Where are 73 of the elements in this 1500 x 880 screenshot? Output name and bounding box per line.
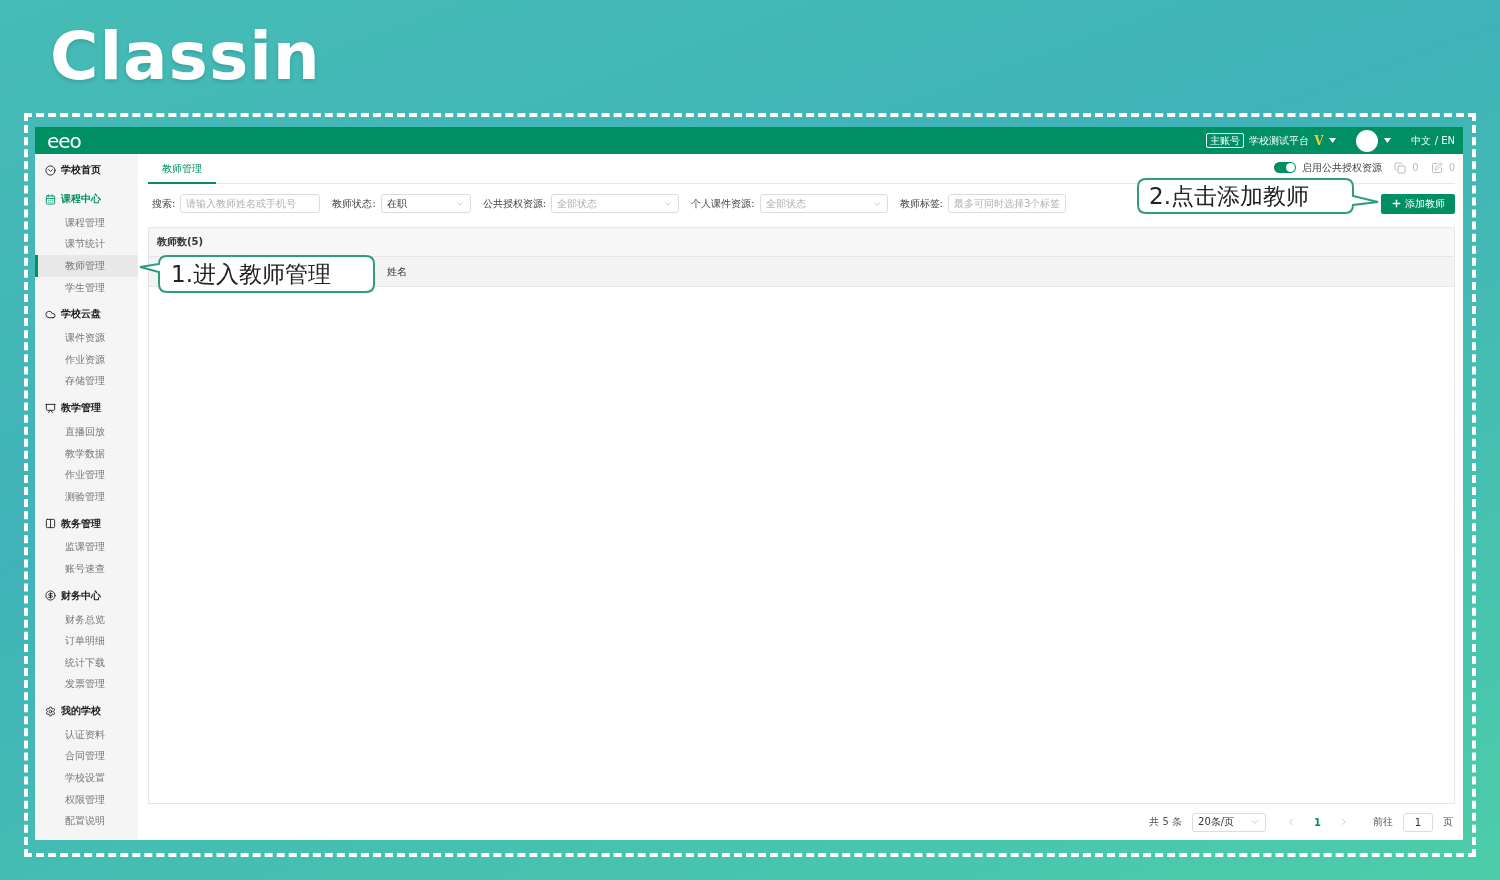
settings-icon (45, 705, 56, 717)
callout: 2.点击添加教师 (1137, 178, 1379, 214)
sidebar-group[interactable]: 教务管理 (35, 510, 138, 537)
language-link[interactable]: 中文 / EN (1411, 133, 1455, 148)
input-field[interactable]: 最多可同时选择3个标签 (947, 194, 1066, 213)
tab[interactable]: 教师管理 (148, 162, 216, 184)
page-number[interactable]: 1 (1306, 816, 1329, 828)
select-field[interactable]: 全部状态 (551, 194, 680, 213)
sidebar-group[interactable]: 我的学校 (35, 698, 138, 725)
add-teacher-button[interactable]: 添加教师 (1381, 193, 1455, 214)
avatar[interactable] (1356, 129, 1379, 152)
filter-label: 教师标签: (899, 196, 943, 211)
filter-label: 教师状态: (332, 196, 376, 211)
sidebar-item[interactable]: 学生管理 (35, 276, 138, 299)
school-name[interactable]: 学校测试平台 (1249, 133, 1310, 148)
page-suffix: 页 (1443, 815, 1453, 829)
sidebar-item[interactable]: 存储管理 (35, 370, 138, 393)
caret-icon[interactable] (1384, 138, 1392, 143)
sidebar-item[interactable]: 作业管理 (35, 464, 138, 486)
sidebar-item[interactable]: 账号速查 (35, 558, 138, 580)
callout: 1.进入教师管理 (139, 255, 375, 293)
goto-label: 前往 (1373, 815, 1393, 829)
sidebar-item[interactable]: 学校设置 (35, 767, 138, 789)
chevron-circle-icon (45, 164, 56, 176)
sidebar-group[interactable]: 学校云盘 (35, 301, 138, 328)
sidebar-group[interactable]: 学校首页 (35, 157, 138, 183)
plus-icon (1391, 198, 1402, 209)
filter-label: 个人课件资源: (691, 196, 755, 211)
total-count: 共 5 条 (1149, 815, 1183, 829)
page-input[interactable]: 1 (1403, 812, 1433, 832)
sidebar-item[interactable]: 教师管理 (35, 255, 138, 277)
teacher-count: 教师数(5) (149, 228, 1454, 257)
presentation-icon (45, 402, 56, 414)
input-field[interactable]: 请输入教师姓名或手机号 (180, 194, 321, 213)
select-field[interactable]: 全部状态 (759, 194, 888, 213)
cloud-icon (45, 308, 56, 320)
sidebar-item[interactable]: 教学数据 (35, 442, 138, 465)
currency-circle-icon (45, 590, 56, 602)
sidebar-item[interactable]: 订单明细 (35, 630, 138, 652)
sidebar-item[interactable]: 合同管理 (35, 745, 138, 768)
chevron-down-icon (1250, 817, 1261, 827)
sidebar-group[interactable]: 课程中心 (35, 186, 138, 212)
sidebar-item[interactable]: 权限管理 (35, 788, 138, 811)
filter-label: 搜索: (152, 196, 176, 211)
sidebar-item[interactable]: 配置说明 (35, 810, 138, 833)
sidebar-group[interactable]: 财务中心 (35, 582, 138, 609)
caret-icon[interactable] (1329, 138, 1337, 143)
column-header: 姓名 (387, 264, 407, 279)
sidebar-item[interactable]: 财务总览 (35, 608, 138, 631)
filter-label: 公共授权资源: (482, 196, 547, 211)
page-size-select[interactable]: 20条/页 (1192, 812, 1267, 832)
sidebar-item[interactable]: 直播回放 (35, 421, 138, 443)
sidebar-item[interactable]: 测验管理 (35, 485, 138, 508)
vip-mark: V (1314, 133, 1324, 148)
sidebar-item[interactable]: 统计下载 (35, 651, 138, 674)
columns-icon (45, 518, 56, 530)
sidebar-group[interactable]: 教学管理 (35, 395, 138, 422)
account-badge: 主账号 (1206, 133, 1245, 148)
toggle-switch[interactable] (1274, 162, 1297, 173)
counter: 0 (1412, 162, 1419, 173)
sidebar-item[interactable]: 课节统计 (35, 233, 138, 256)
app-logo: eeo (47, 128, 81, 153)
toggle-label: 启用公共授权资源 (1302, 160, 1383, 175)
select-field[interactable]: 在职 (380, 194, 471, 213)
sidebar-item[interactable]: 课件资源 (35, 327, 138, 349)
calendar-icon (45, 193, 56, 205)
sidebar-item[interactable]: 课程管理 (35, 212, 138, 234)
sidebar-item[interactable]: 监课管理 (35, 536, 138, 559)
counter: 0 (1448, 162, 1455, 173)
sidebar-item[interactable]: 作业资源 (35, 348, 138, 371)
sidebar-item[interactable]: 认证资料 (35, 724, 138, 746)
brand-logo: Classin (50, 18, 321, 95)
sidebar-item[interactable]: 发票管理 (35, 673, 138, 696)
